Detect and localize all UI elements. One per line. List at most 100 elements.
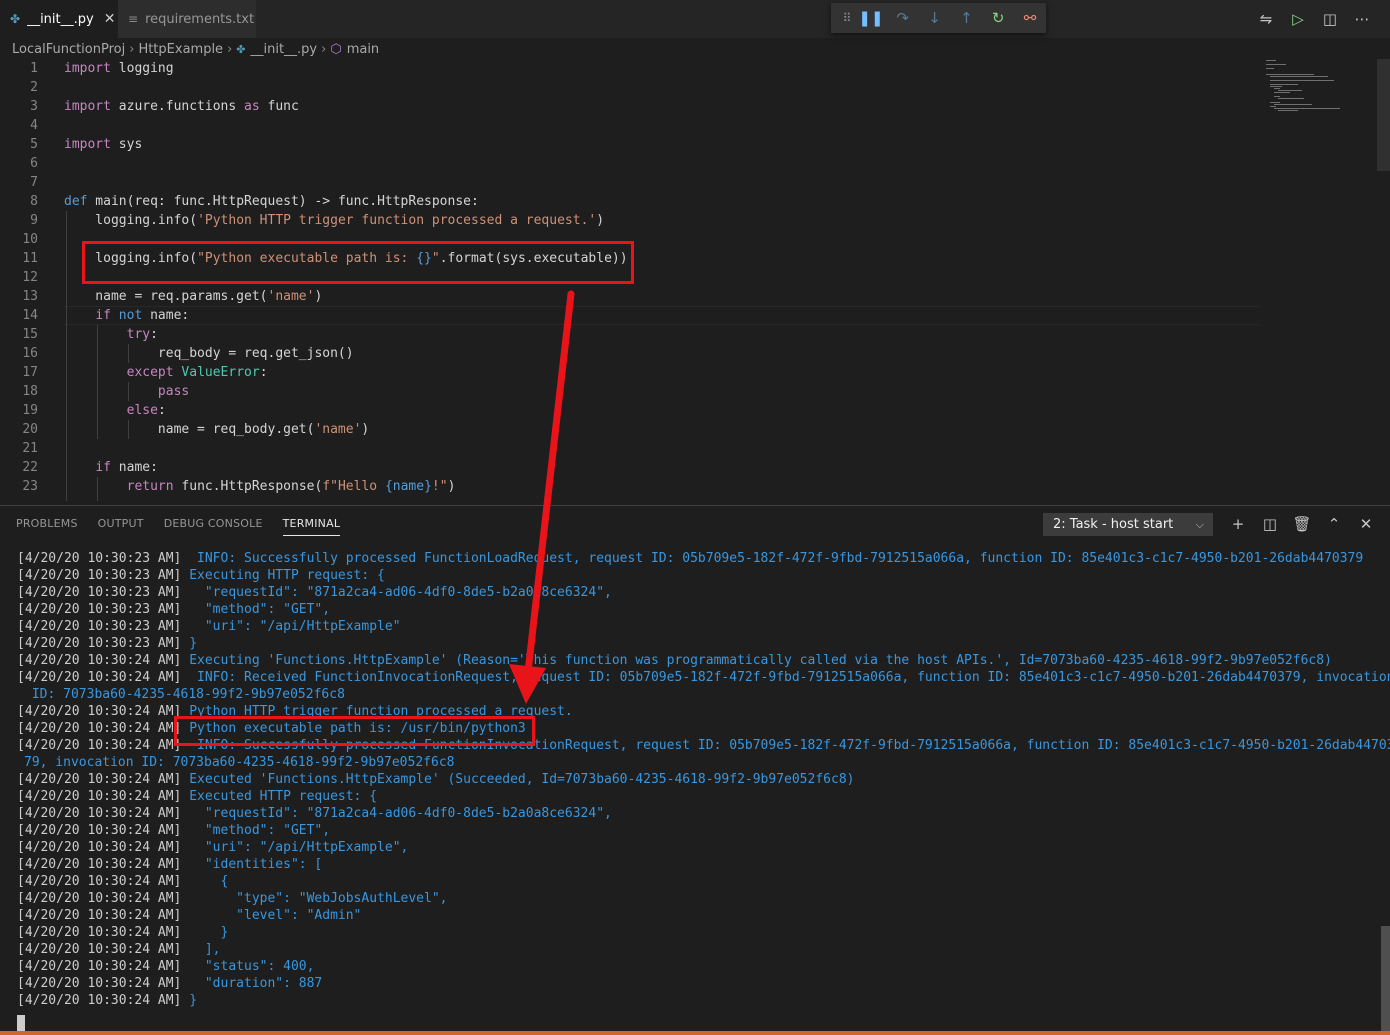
terminal-timestamp: [4/20/20 10:30:24 AM]	[17, 840, 182, 855]
tab-output[interactable]: OUTPUT	[98, 506, 144, 542]
close-panel-icon[interactable]: ✕	[1350, 511, 1382, 537]
code-line: name = req.params.get('name')	[64, 289, 323, 304]
terminal-message: ],	[181, 942, 221, 957]
tab-problems[interactable]: PROBLEMS	[16, 506, 78, 542]
terminal-message: INFO: Successfully processed FunctionLoa…	[181, 551, 1364, 566]
terminal-line: [4/20/20 10:30:24 AM] "status": 400,	[17, 958, 314, 975]
step-into-icon[interactable]: ↓	[919, 9, 951, 27]
terminal-timestamp: [4/20/20 10:30:24 AM]	[17, 976, 182, 991]
python-file-icon: ✤	[10, 12, 21, 26]
terminal-timestamp: [4/20/20 10:30:23 AM]	[17, 568, 182, 583]
editor-scrollbar[interactable]	[1377, 59, 1390, 171]
code-line: import sys	[64, 137, 143, 152]
terminal-timestamp: [4/20/20 10:30:24 AM]	[17, 721, 182, 736]
pause-icon[interactable]: ❚❚	[855, 9, 887, 27]
minimap[interactable]	[1262, 59, 1377, 119]
line-number: 9	[30, 213, 38, 228]
terminal-timestamp: [4/20/20 10:30:23 AM]	[17, 602, 182, 617]
line-number: 17	[22, 365, 38, 380]
panel-actions: + ◫ 🗑 ⌃ ✕	[1222, 511, 1382, 537]
line-number: 23	[22, 479, 38, 494]
terminal-timestamp: [4/20/20 10:30:24 AM]	[17, 823, 182, 838]
terminal-message: "identities": [	[181, 857, 323, 872]
code-line: req_body = req.get_json()	[64, 346, 354, 361]
code-line: name = req_body.get('name')	[64, 422, 370, 437]
terminal-timestamp: [4/20/20 10:30:23 AM]	[17, 551, 182, 566]
terminal-message: Executed 'Functions.HttpExample' (Succee…	[181, 772, 855, 787]
terminal-timestamp: [4/20/20 10:30:24 AM]	[17, 738, 182, 753]
tab-debug-console[interactable]: DEBUG CONSOLE	[164, 506, 263, 542]
chevron-down-icon: ⌵	[1195, 518, 1204, 531]
code-line: if not name:	[95, 308, 190, 323]
terminal-line: [4/20/20 10:30:23 AM] "uri": "/api/HttpE…	[17, 618, 401, 635]
new-terminal-icon[interactable]: +	[1222, 511, 1254, 537]
breadcrumb-item[interactable]: __init__.py	[250, 42, 317, 57]
terminal-message: "duration": 887	[181, 976, 323, 991]
terminal-message: Executing HTTP request: {	[181, 568, 385, 583]
line-number: 12	[22, 270, 38, 285]
terminal-line: [4/20/20 10:30:23 AM] "requestId": "871a…	[17, 584, 612, 601]
breadcrumb-item[interactable]: LocalFunctionProj	[12, 42, 125, 57]
terminal-message: Executing 'Functions.HttpExample' (Reaso…	[181, 653, 1332, 668]
terminal-cursor	[17, 1015, 25, 1032]
terminal-timestamp: [4/20/20 10:30:24 AM]	[17, 959, 182, 974]
terminal-message: Executed HTTP request: {	[181, 789, 378, 804]
terminal-timestamp: [4/20/20 10:30:24 AM]	[17, 704, 182, 719]
editor-tab-bar: ✤ __init__.py ✕ ≡ requirements.txt ⇋ ▷ ◫…	[0, 0, 1390, 38]
terminal-timestamp: [4/20/20 10:30:24 AM]	[17, 908, 182, 923]
trash-icon[interactable]: 🗑	[1286, 511, 1318, 537]
terminal-scrollbar[interactable]	[1381, 926, 1390, 1031]
breadcrumb-item[interactable]: main	[347, 42, 379, 57]
terminal-message: "uri": "/api/HttpExample",	[181, 840, 409, 855]
open-changes-icon[interactable]: ⇋	[1250, 10, 1282, 28]
terminal-timestamp: [4/20/20 10:30:24 AM]	[17, 789, 182, 804]
terminal-line: [4/20/20 10:30:24 AM] "method": "GET",	[17, 822, 330, 839]
tab-init-py[interactable]: ✤ __init__.py ✕	[0, 0, 118, 38]
terminal-line: 79, invocation ID: 7073ba60-4235-4618-99…	[24, 754, 454, 771]
status-bar	[0, 1031, 1390, 1035]
step-over-icon[interactable]: ↷	[887, 9, 919, 27]
code-line: def main(req: func.HttpRequest) -> func.…	[64, 194, 479, 209]
code-line: import azure.functions as func	[64, 99, 299, 114]
line-number: 2	[30, 80, 38, 95]
run-icon[interactable]: ▷	[1282, 10, 1314, 28]
terminal-line: [4/20/20 10:30:24 AM] "duration": 887	[17, 975, 322, 992]
terminal-line: [4/20/20 10:30:24 AM] }	[17, 992, 197, 1009]
terminal-message: "method": "GET",	[181, 823, 331, 838]
debug-toolbar: ⠿ ❚❚ ↷ ↓ ↑ ↻ ⚯	[831, 3, 1046, 33]
chevron-up-icon[interactable]: ⌃	[1318, 511, 1350, 537]
disconnect-icon[interactable]: ⚯	[1014, 9, 1046, 27]
terminal-line: [4/20/20 10:30:24 AM] Executed HTTP requ…	[17, 788, 377, 805]
terminal-line: [4/20/20 10:30:24 AM] INFO: Received Fun…	[17, 669, 1390, 686]
terminal-timestamp: [4/20/20 10:30:24 AM]	[17, 993, 182, 1008]
tab-requirements-txt[interactable]: ≡ requirements.txt	[118, 0, 256, 38]
close-icon[interactable]: ✕	[104, 11, 116, 27]
terminal-select[interactable]: 2: Task - host start ⌵	[1043, 513, 1213, 536]
terminal-message: "uri": "/api/HttpExample"	[181, 619, 401, 634]
line-number: 14	[22, 308, 38, 323]
chevron-right-icon: ›	[227, 41, 233, 57]
split-editor-icon[interactable]: ◫	[1314, 10, 1346, 28]
more-actions-icon[interactable]: ⋯	[1346, 10, 1378, 28]
step-out-icon[interactable]: ↑	[950, 9, 982, 27]
line-number: 1	[30, 61, 38, 76]
terminal-line: ID: 7073ba60-4235-4618-99f2-9b97e052f6c8	[24, 686, 345, 703]
breadcrumb-item[interactable]: HttpExample	[138, 42, 223, 57]
terminal-timestamp: [4/20/20 10:30:23 AM]	[17, 585, 182, 600]
terminal-timestamp: [4/20/20 10:30:24 AM]	[17, 925, 182, 940]
terminal-line: [4/20/20 10:30:24 AM] {	[17, 873, 228, 890]
terminal-line: [4/20/20 10:30:24 AM] "uri": "/api/HttpE…	[17, 839, 408, 856]
drag-handle-icon[interactable]: ⠿	[839, 11, 855, 25]
code-line: else:	[126, 403, 166, 418]
terminal-line: [4/20/20 10:30:23 AM] }	[17, 635, 197, 652]
line-number: 3	[30, 99, 38, 114]
split-terminal-icon[interactable]: ◫	[1254, 511, 1286, 537]
line-number: 18	[22, 384, 38, 399]
tab-terminal[interactable]: TERMINAL	[282, 512, 341, 536]
restart-icon[interactable]: ↻	[982, 9, 1014, 27]
terminal-message: }	[181, 636, 198, 651]
annotation-highlight-terminal	[174, 716, 535, 746]
terminal-line: [4/20/20 10:30:24 AM] Executing 'Functio…	[17, 652, 1332, 669]
line-number: 13	[22, 289, 38, 304]
terminal-message: "type": "WebJobsAuthLevel",	[181, 891, 448, 906]
